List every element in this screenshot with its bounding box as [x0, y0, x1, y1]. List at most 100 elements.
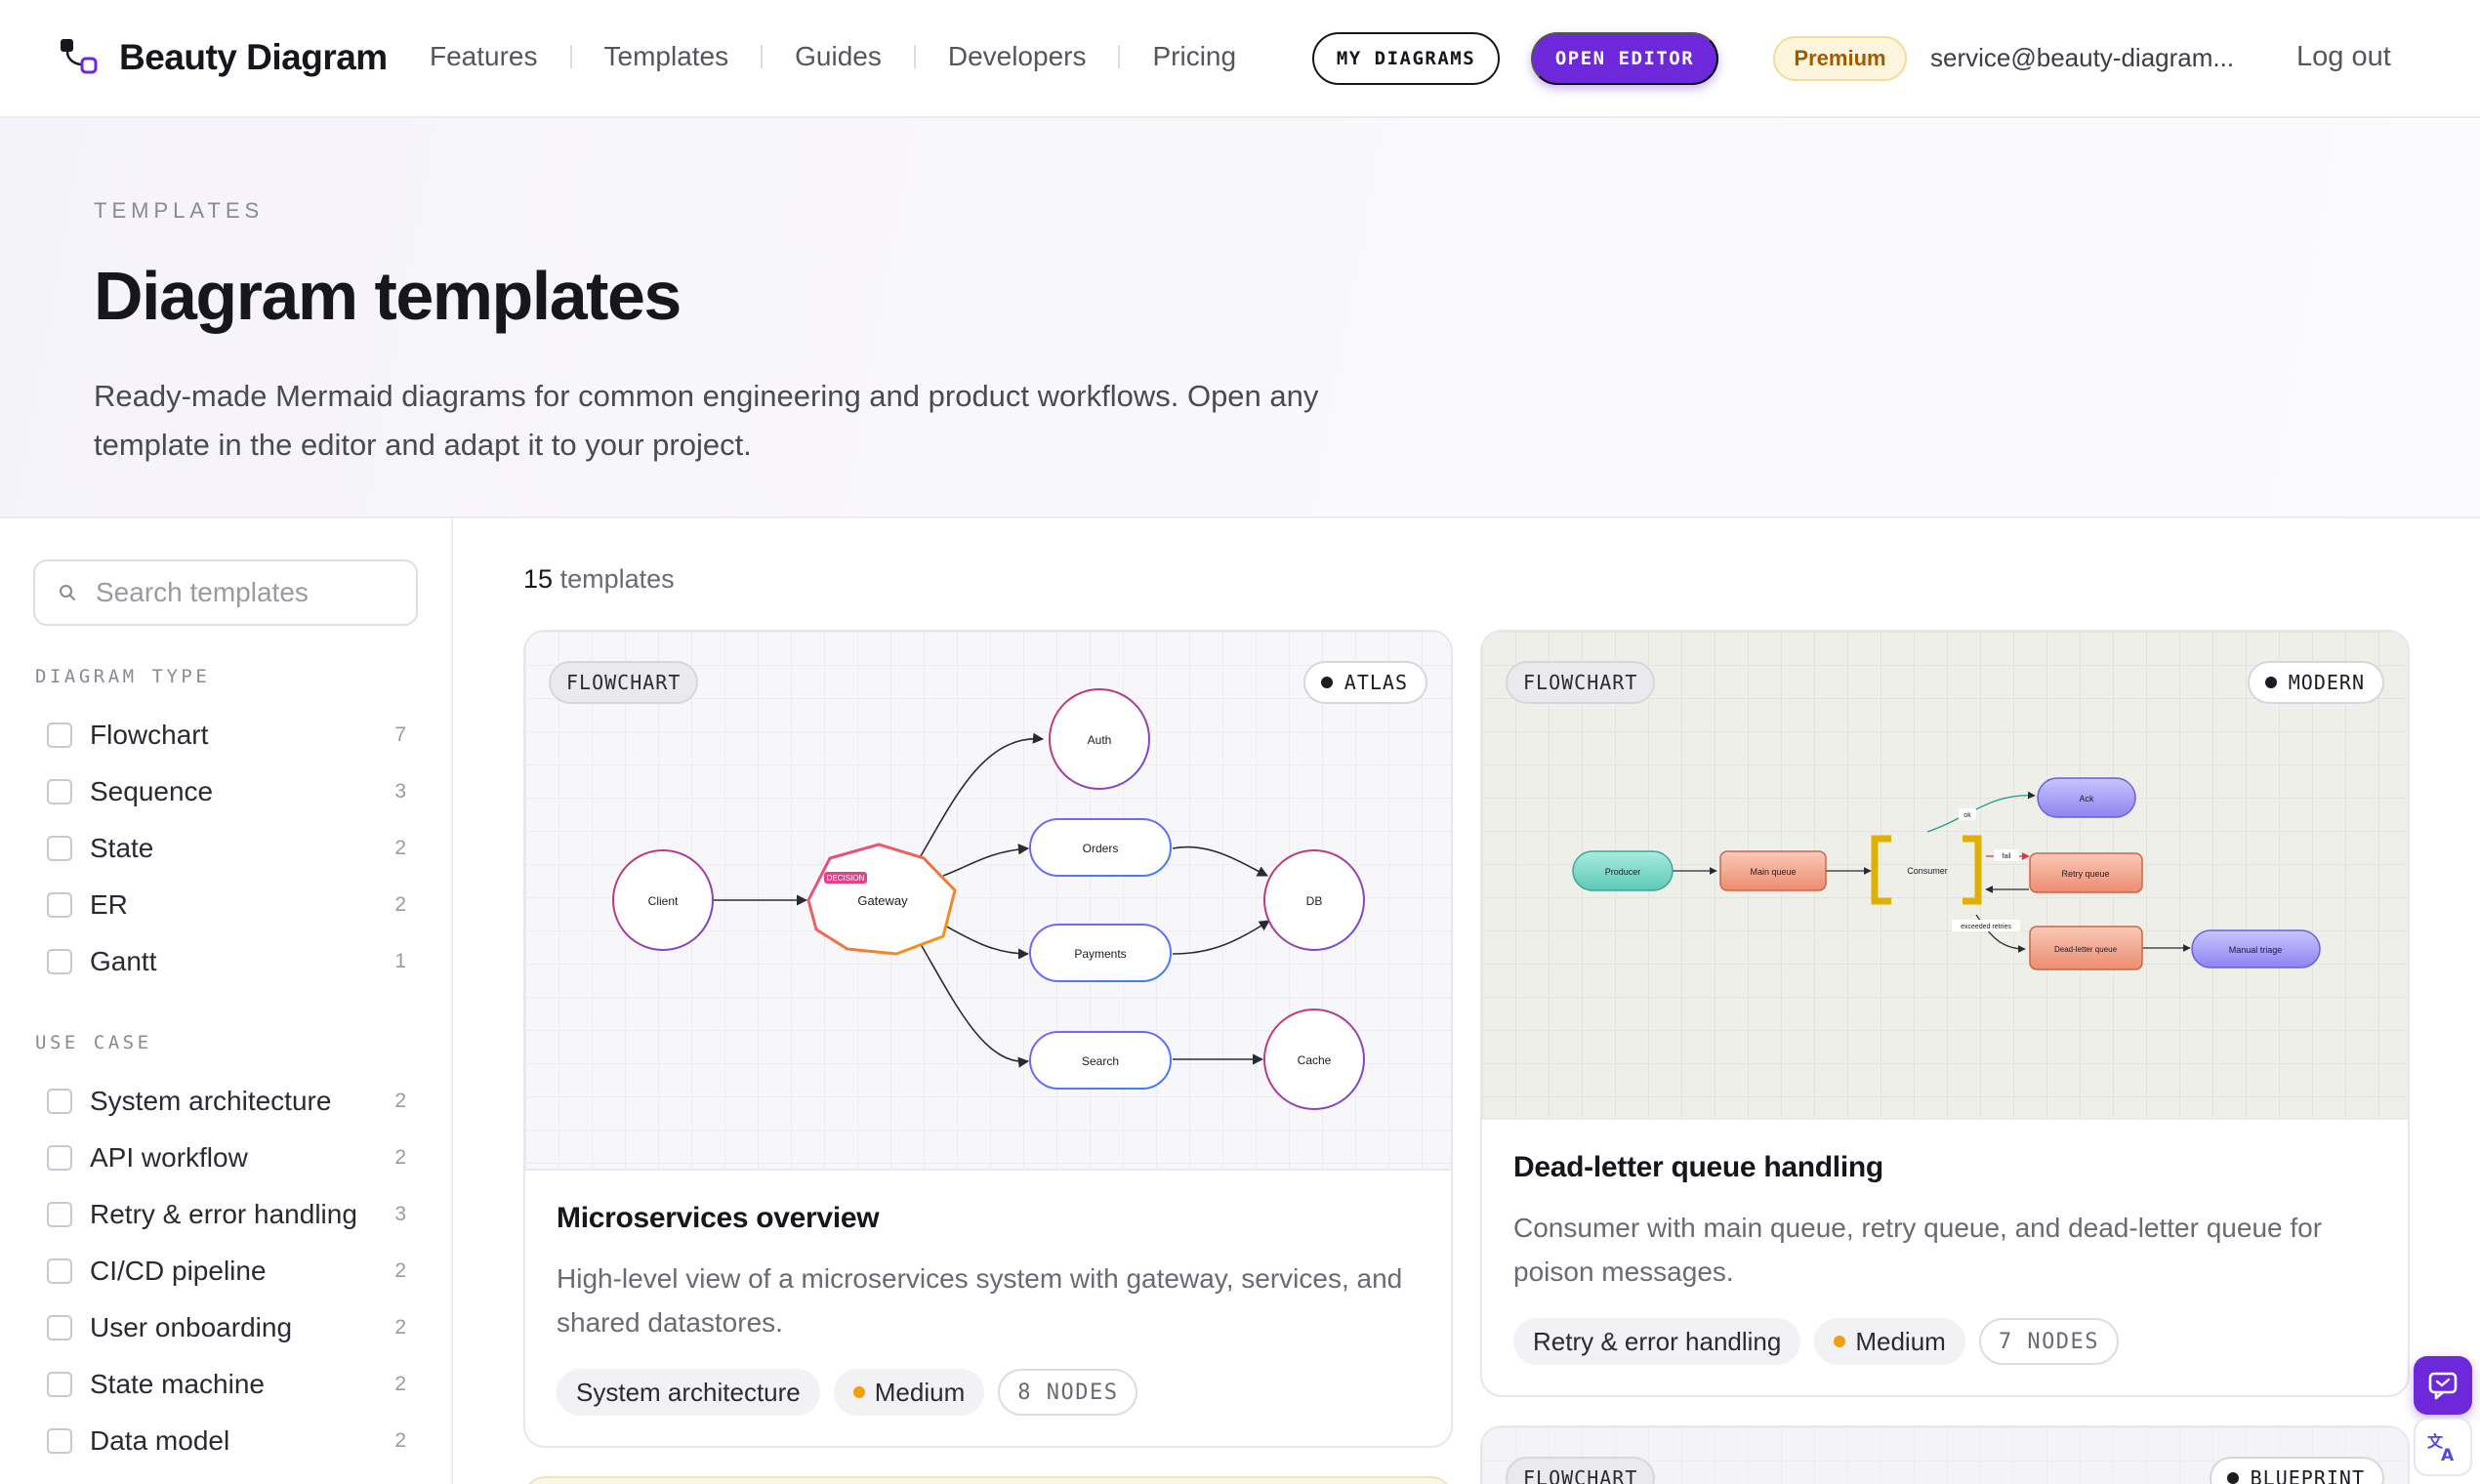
translate-button[interactable]: 文 A	[2414, 1418, 2472, 1476]
my-diagrams-button[interactable]: MY DIAGRAMS	[1312, 32, 1500, 85]
edge-label-fail: fail	[2003, 853, 2011, 860]
nav-divider	[1118, 45, 1121, 68]
checkbox[interactable]	[47, 1315, 72, 1340]
filter-er[interactable]: ER 2	[47, 877, 406, 933]
edge	[942, 924, 1030, 960]
diagram-type-chip: FLOWCHART	[1506, 1457, 1656, 1484]
checkbox[interactable]	[47, 892, 72, 918]
filter-count: 2	[394, 837, 406, 859]
difficulty-dot	[852, 1386, 865, 1398]
nav-divider	[761, 45, 764, 68]
svg-text:Consumer: Consumer	[1907, 866, 1948, 876]
node-search: Search	[1029, 1031, 1172, 1090]
theme-dot	[2226, 1472, 2239, 1484]
filter-retry-error-handling[interactable]: Retry & error handling 3	[47, 1186, 406, 1243]
filter-count: 2	[394, 893, 406, 916]
difficulty-dot	[1834, 1336, 1846, 1347]
filter-count: 2	[394, 1429, 406, 1452]
checkbox[interactable]	[47, 1145, 72, 1171]
template-card-microservices[interactable]: Client DECISION Gateway Auth Orders Paym…	[523, 630, 1453, 1448]
template-card-partial-left[interactable]	[523, 1476, 1453, 1484]
checkbox[interactable]	[47, 1089, 72, 1114]
open-editor-button[interactable]: OPEN EDITOR	[1531, 32, 1718, 85]
theme-label: BLUEPRINT	[2250, 1466, 2365, 1484]
svg-text:Client: Client	[648, 894, 679, 908]
results-count: 15 templates	[523, 564, 675, 595]
logout-link[interactable]: Log out	[2296, 41, 2391, 73]
node-auth: Auth	[1049, 688, 1150, 790]
node-client: Client	[612, 849, 714, 951]
card-preview[interactable]: Producer Main queue Consumer Ack Retry q…	[1482, 632, 2408, 1120]
filter-sequence[interactable]: Sequence 3	[47, 763, 406, 820]
checkbox[interactable]	[47, 1202, 72, 1227]
filter-state[interactable]: State 2	[47, 820, 406, 877]
node-retry-queue: Retry queue	[2029, 852, 2143, 893]
filter-count: 2	[394, 1316, 406, 1339]
template-card-dead-letter-queue[interactable]: Producer Main queue Consumer Ack Retry q…	[1480, 630, 2410, 1397]
checkbox[interactable]	[47, 779, 72, 804]
theme-label: ATLAS	[1343, 671, 1408, 694]
filter-user-onboarding[interactable]: User onboarding 2	[47, 1299, 406, 1356]
node-orders: Orders	[1029, 818, 1172, 877]
checkbox[interactable]	[47, 949, 72, 974]
hero: TEMPLATES Diagram templates Ready-made M…	[0, 118, 2480, 518]
search-icon	[60, 585, 75, 600]
page-title: Diagram templates	[94, 258, 682, 334]
filter-label: Flowchart	[90, 720, 209, 750]
brand[interactable]: Beauty Diagram	[59, 37, 388, 78]
use-case-tag: System architecture	[557, 1369, 820, 1416]
filter-ci-cd-pipeline[interactable]: CI/CD pipeline 2	[47, 1243, 406, 1299]
node-ack: Ack	[2037, 777, 2136, 818]
edge	[942, 844, 1030, 877]
node-main-queue: Main queue	[1719, 850, 1827, 891]
card-title[interactable]: Microservices overview	[557, 1202, 880, 1235]
checkbox[interactable]	[47, 836, 72, 861]
filter-count: 3	[394, 780, 406, 803]
card-tags: System architecture Medium 8 NODES	[557, 1369, 1138, 1416]
card-preview[interactable]: Client DECISION Gateway Auth Orders Paym…	[525, 632, 1451, 1171]
svg-text:Orders: Orders	[1083, 842, 1119, 855]
svg-text:Retry queue: Retry queue	[2061, 869, 2109, 879]
checkbox[interactable]	[47, 1258, 72, 1284]
search-input[interactable]: Search templates	[33, 559, 418, 626]
filter-gantt[interactable]: Gantt 1	[47, 933, 406, 990]
top-navigation: Beauty Diagram Features Templates Guides…	[0, 0, 2480, 118]
card-description: Consumer with main queue, retry queue, a…	[1513, 1213, 2323, 1287]
filter-flowchart[interactable]: Flowchart 7	[47, 707, 406, 763]
filter-state-machine[interactable]: State machine 2	[47, 1356, 406, 1413]
edge-label-ok: ok	[1963, 812, 1971, 819]
theme-label: MODERN	[2288, 671, 2365, 694]
nav-templates[interactable]: Templates	[604, 41, 729, 72]
filter-system-architecture[interactable]: System architecture 2	[47, 1073, 406, 1130]
edge-label-exceeded-retries: exceeded retries	[1961, 924, 2011, 930]
template-card-blueprint[interactable]: FLOWCHART BLUEPRINT	[1480, 1425, 2410, 1484]
filter-api-workflow[interactable]: API workflow 2	[47, 1130, 406, 1186]
card-title[interactable]: Dead-letter queue handling	[1513, 1151, 1883, 1184]
filter-data-model[interactable]: Data model 2	[47, 1413, 406, 1469]
checkbox[interactable]	[47, 1428, 72, 1454]
card-description: High-level view of a microservices syste…	[557, 1263, 1403, 1338]
filter-label: Gantt	[90, 946, 157, 976]
plan-badge: Premium	[1773, 36, 1907, 81]
card-tags: Retry & error handling Medium 7 NODES	[1513, 1318, 2120, 1365]
edge	[1926, 791, 2036, 833]
nav-guides[interactable]: Guides	[795, 41, 882, 72]
filter-label: API workflow	[90, 1142, 248, 1173]
svg-text:Main queue: Main queue	[1750, 867, 1796, 877]
nav-features[interactable]: Features	[430, 41, 538, 72]
theme-dot	[2264, 677, 2277, 688]
user-email[interactable]: service@beauty-diagram...	[1930, 43, 2241, 73]
chat-icon	[2428, 1372, 2458, 1400]
svg-text:A: A	[2441, 1446, 2455, 1464]
feedback-chat-button[interactable]	[2414, 1356, 2472, 1415]
nav-developers[interactable]: Developers	[948, 41, 1087, 72]
theme-chip: BLUEPRINT	[2209, 1457, 2384, 1484]
checkbox[interactable]	[47, 1372, 72, 1397]
checkbox[interactable]	[47, 722, 72, 748]
results-count-label: templates	[559, 564, 675, 594]
filter-label: CI/CD pipeline	[90, 1256, 267, 1286]
filter-label: User onboarding	[90, 1312, 293, 1342]
filter-label: Sequence	[90, 776, 214, 806]
nav-pricing[interactable]: Pricing	[1152, 41, 1236, 72]
card-preview[interactable]: FLOWCHART BLUEPRINT	[1482, 1427, 2408, 1484]
